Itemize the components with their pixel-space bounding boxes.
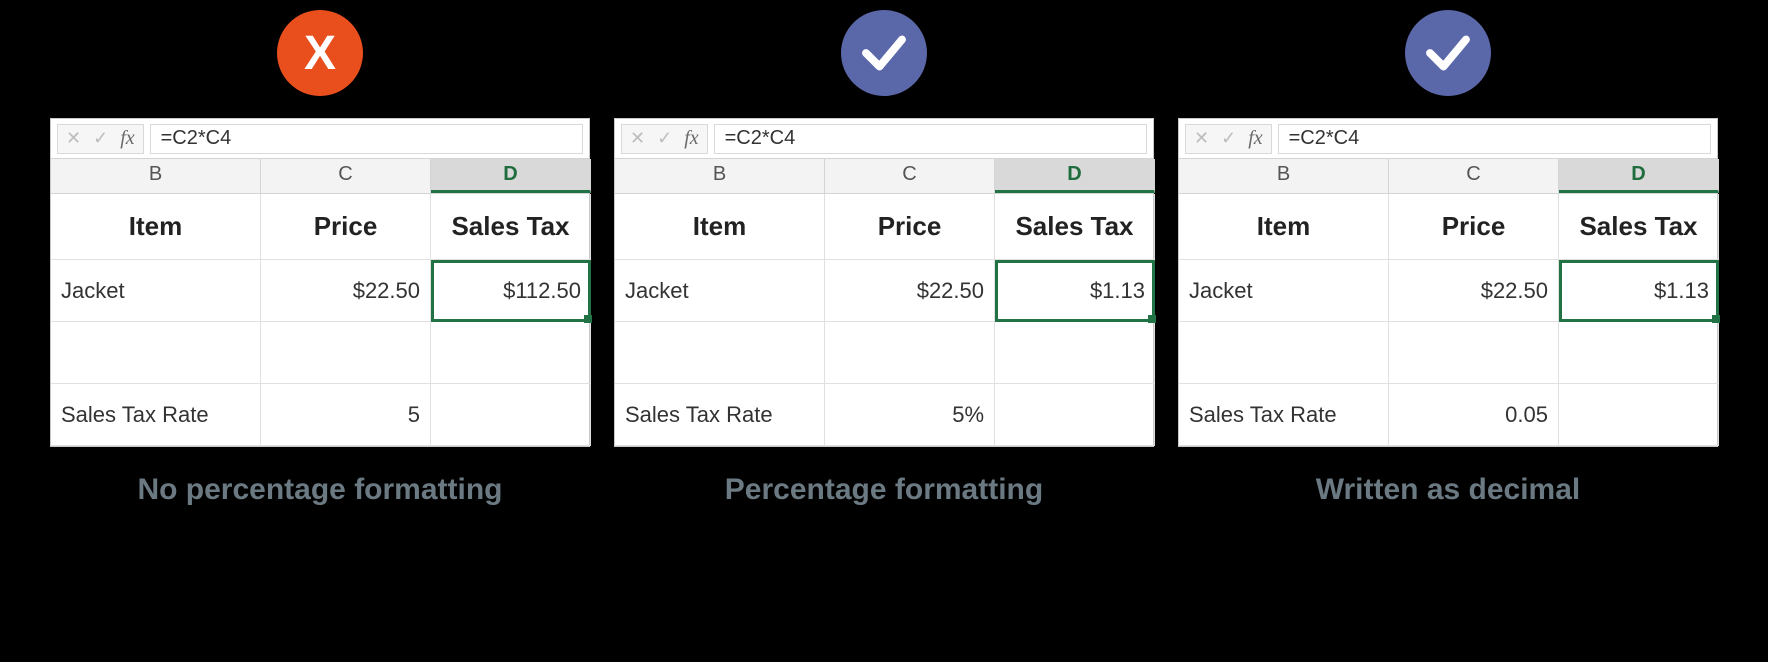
cell-empty[interactable]: [1389, 322, 1559, 384]
cell-sales-tax[interactable]: $1.13: [1559, 260, 1719, 322]
formula-bar-buttons: ✕ ✓ fx: [1185, 124, 1272, 154]
cell-rate-label[interactable]: Sales Tax Rate: [615, 384, 825, 446]
cancel-icon[interactable]: ✕: [66, 128, 81, 149]
column-header-d[interactable]: D: [995, 159, 1155, 193]
formula-bar: ✕ ✓ fx =C2*C4: [51, 119, 589, 159]
column-header-c[interactable]: C: [1389, 159, 1559, 193]
column-headers: B C D: [1179, 159, 1717, 194]
cell-item[interactable]: Jacket: [51, 260, 261, 322]
cancel-icon[interactable]: ✕: [630, 128, 645, 149]
cell-sales-tax[interactable]: $1.13: [995, 260, 1155, 322]
cell-rate-value[interactable]: 5: [261, 384, 431, 446]
fx-icon[interactable]: fx: [120, 127, 134, 150]
column-header-d[interactable]: D: [1559, 159, 1719, 193]
column-header-d[interactable]: D: [431, 159, 591, 193]
cell-rate-label[interactable]: Sales Tax Rate: [51, 384, 261, 446]
formula-bar-buttons: ✕ ✓ fx: [621, 124, 708, 154]
formula-bar: ✕ ✓ fx =C2*C4: [615, 119, 1153, 159]
header-sales-tax[interactable]: Sales Tax: [431, 194, 591, 260]
table-row: Sales Tax Rate 5: [51, 384, 589, 446]
table-header-row: Item Price Sales Tax: [51, 194, 589, 260]
formula-input[interactable]: =C2*C4: [714, 124, 1147, 154]
cell-item[interactable]: Jacket: [615, 260, 825, 322]
panel-caption: Percentage formatting: [725, 473, 1043, 507]
column-header-b[interactable]: B: [1179, 159, 1389, 193]
formula-bar-buttons: ✕ ✓ fx: [57, 124, 144, 154]
success-badge: [1405, 10, 1491, 96]
enter-icon[interactable]: ✓: [657, 128, 672, 149]
excel-panel-1: X ✕ ✓ fx =C2*C4 B C D Item Price Sales T…: [50, 0, 590, 662]
table-row: [615, 322, 1153, 384]
table-row: Sales Tax Rate 0.05: [1179, 384, 1717, 446]
table-row: Jacket $22.50 $1.13: [615, 260, 1153, 322]
cell-empty[interactable]: [825, 322, 995, 384]
cell-rate-value[interactable]: 0.05: [1389, 384, 1559, 446]
cell-price[interactable]: $22.50: [1389, 260, 1559, 322]
header-item[interactable]: Item: [615, 194, 825, 260]
cancel-icon[interactable]: ✕: [1194, 128, 1209, 149]
table-header-row: Item Price Sales Tax: [1179, 194, 1717, 260]
header-sales-tax[interactable]: Sales Tax: [1559, 194, 1719, 260]
cell-empty[interactable]: [431, 322, 591, 384]
column-headers: B C D: [615, 159, 1153, 194]
column-header-b[interactable]: B: [51, 159, 261, 193]
check-icon: [857, 26, 911, 80]
formula-input[interactable]: =C2*C4: [150, 124, 583, 154]
cell-empty[interactable]: [995, 384, 1155, 446]
header-price[interactable]: Price: [1389, 194, 1559, 260]
cell-empty[interactable]: [431, 384, 591, 446]
cell-empty[interactable]: [1179, 322, 1389, 384]
cell-empty[interactable]: [261, 322, 431, 384]
header-price[interactable]: Price: [825, 194, 995, 260]
x-icon: X: [304, 26, 336, 81]
success-badge: [841, 10, 927, 96]
table-header-row: Item Price Sales Tax: [615, 194, 1153, 260]
excel-spreadsheet: ✕ ✓ fx =C2*C4 B C D Item Price Sales Tax…: [1178, 118, 1718, 447]
header-item[interactable]: Item: [51, 194, 261, 260]
column-header-c[interactable]: C: [261, 159, 431, 193]
excel-spreadsheet: ✕ ✓ fx =C2*C4 B C D Item Price Sales Tax…: [50, 118, 590, 447]
table-row: [1179, 322, 1717, 384]
formula-bar: ✕ ✓ fx =C2*C4: [1179, 119, 1717, 159]
table-row: [51, 322, 589, 384]
header-sales-tax[interactable]: Sales Tax: [995, 194, 1155, 260]
formula-input[interactable]: =C2*C4: [1278, 124, 1711, 154]
fx-icon[interactable]: fx: [684, 127, 698, 150]
cell-rate-label[interactable]: Sales Tax Rate: [1179, 384, 1389, 446]
cell-empty[interactable]: [615, 322, 825, 384]
header-item[interactable]: Item: [1179, 194, 1389, 260]
column-headers: B C D: [51, 159, 589, 194]
table-row: Jacket $22.50 $1.13: [1179, 260, 1717, 322]
cell-price[interactable]: $22.50: [825, 260, 995, 322]
check-icon: [1421, 26, 1475, 80]
header-price[interactable]: Price: [261, 194, 431, 260]
cell-empty[interactable]: [995, 322, 1155, 384]
enter-icon[interactable]: ✓: [1221, 128, 1236, 149]
fx-icon[interactable]: fx: [1248, 127, 1262, 150]
error-badge: X: [277, 10, 363, 96]
cell-sales-tax[interactable]: $112.50: [431, 260, 591, 322]
cell-price[interactable]: $22.50: [261, 260, 431, 322]
cell-rate-value[interactable]: 5%: [825, 384, 995, 446]
cell-empty[interactable]: [1559, 384, 1719, 446]
panel-caption: Written as decimal: [1316, 473, 1581, 507]
cell-empty[interactable]: [51, 322, 261, 384]
column-header-b[interactable]: B: [615, 159, 825, 193]
cell-item[interactable]: Jacket: [1179, 260, 1389, 322]
excel-panel-3: ✕ ✓ fx =C2*C4 B C D Item Price Sales Tax…: [1178, 0, 1718, 662]
panel-caption: No percentage formatting: [137, 473, 502, 507]
table-row: Jacket $22.50 $112.50: [51, 260, 589, 322]
excel-spreadsheet: ✕ ✓ fx =C2*C4 B C D Item Price Sales Tax…: [614, 118, 1154, 447]
cell-empty[interactable]: [1559, 322, 1719, 384]
table-row: Sales Tax Rate 5%: [615, 384, 1153, 446]
column-header-c[interactable]: C: [825, 159, 995, 193]
excel-panel-2: ✕ ✓ fx =C2*C4 B C D Item Price Sales Tax…: [614, 0, 1154, 662]
enter-icon[interactable]: ✓: [93, 128, 108, 149]
